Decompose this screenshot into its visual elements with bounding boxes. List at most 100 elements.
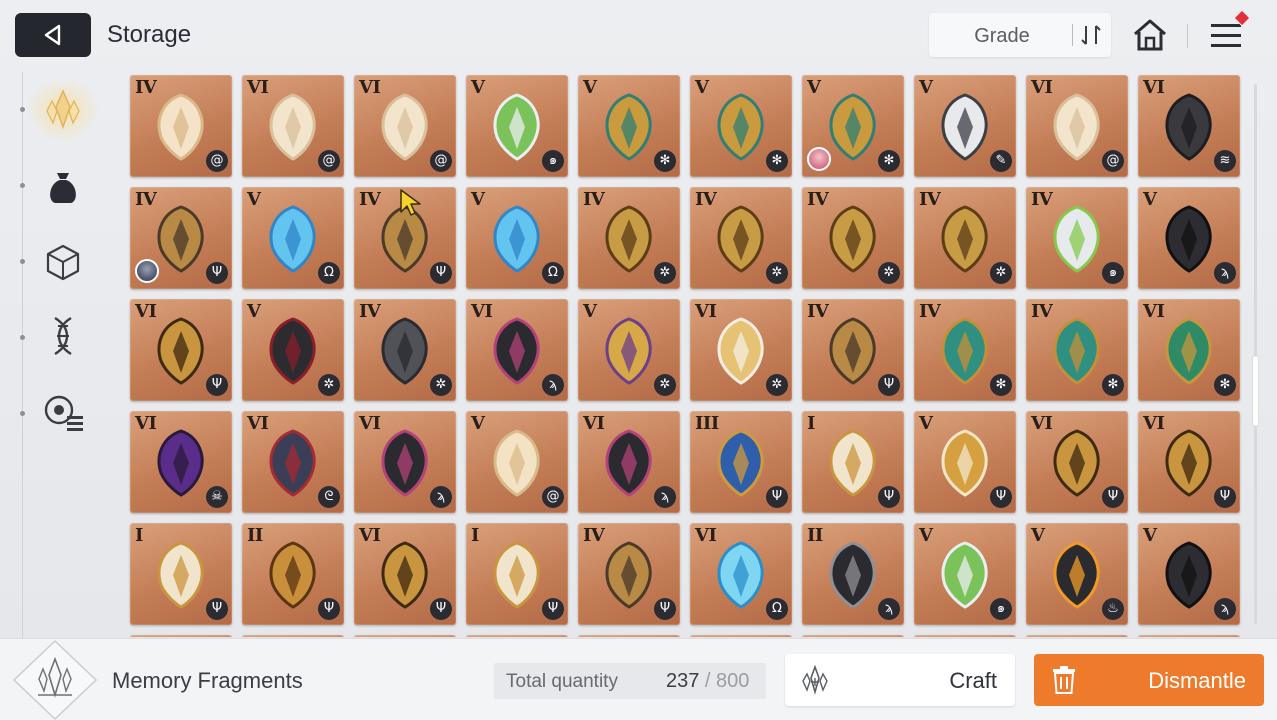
trident-type-icon: Ψ <box>542 598 564 620</box>
home-icon[interactable] <box>1131 16 1169 54</box>
grid-item-tile[interactable]: VΨ <box>914 411 1016 513</box>
rail-marker <box>20 335 25 340</box>
total-max: 800 <box>716 670 750 692</box>
grid-item-tile[interactable]: Vϡ <box>1138 523 1240 625</box>
grid-item-tile[interactable]: VI ✻ <box>1138 299 1240 401</box>
sidebar-item-pouch[interactable] <box>38 162 88 212</box>
dismantle-button[interactable]: Dismantle <box>1034 654 1264 706</box>
grid-item-tile[interactable]: III Ψ <box>690 411 792 513</box>
grid-item-tile[interactable]: V ✻ <box>578 75 680 177</box>
grid-item-tile[interactable]: V @ <box>466 411 568 513</box>
trash-icon <box>1053 666 1075 694</box>
wing-type-icon: ϡ <box>542 374 564 396</box>
wing-type-icon: ϡ <box>430 486 452 508</box>
grid-item-tile[interactable] <box>242 635 344 637</box>
grid-item-tile[interactable]: VI Ψ <box>354 523 456 625</box>
grid-item-tile[interactable]: VI ᘓ <box>242 411 344 513</box>
grid-item-tile[interactable]: IV ✻ <box>914 299 1016 401</box>
grid-item-tile[interactable] <box>130 635 232 637</box>
grid-item-tile[interactable]: VΩ <box>242 187 344 289</box>
grid-item-tile[interactable]: II Ψ <box>242 523 344 625</box>
pen-type-icon: ✎ <box>990 150 1012 172</box>
sidebar-item-memory-fragments[interactable] <box>26 77 100 143</box>
swirl-type-icon: @ <box>542 486 564 508</box>
trident-type-icon: Ψ <box>766 486 788 508</box>
grid-item-tile[interactable]: IV Ψ <box>802 299 904 401</box>
character-portrait-avatar <box>135 259 159 283</box>
gear-type-icon: ✲ <box>990 262 1012 284</box>
grid-item-tile[interactable] <box>1138 635 1240 637</box>
grid-item-tile[interactable]: IV ✲ <box>802 187 904 289</box>
grid-item-tile[interactable]: VI Ψ <box>130 299 232 401</box>
grid-item-tile[interactable]: VI Ψ <box>1138 411 1240 513</box>
skull-type-icon: ☠ <box>206 486 228 508</box>
grid-item-tile[interactable]: IV @ <box>130 75 232 177</box>
grid-item-tile[interactable]: IV ✲ <box>914 187 1016 289</box>
grid-item-tile[interactable]: IV ✻ <box>1026 299 1128 401</box>
grid-item-tile[interactable] <box>1026 635 1128 637</box>
dismantle-label: Dismantle <box>1148 668 1246 693</box>
grid-item-tile[interactable]: V๑ <box>466 75 568 177</box>
grid-item-tile[interactable]: VΩ <box>466 187 568 289</box>
grid-item-tile[interactable] <box>578 635 680 637</box>
grid-item-tile[interactable]: VI ϡ <box>354 411 456 513</box>
sort-order-icon[interactable] <box>1079 23 1105 47</box>
grid-item-tile[interactable]: VI ϡ <box>466 299 568 401</box>
trident-type-icon: Ψ <box>1102 486 1124 508</box>
rail-marker <box>20 411 25 416</box>
grid-item-tile[interactable]: IΨ <box>130 523 232 625</box>
grid-item-tile[interactable] <box>914 635 1016 637</box>
grid-item-tile[interactable]: V ✻ <box>690 75 792 177</box>
grid-item-tile[interactable]: VI @ <box>242 75 344 177</box>
grid-item-tile[interactable]: V ✲ <box>242 299 344 401</box>
grid-item-tile[interactable]: IΨ <box>466 523 568 625</box>
grid-item-tile[interactable]: VI @ <box>354 75 456 177</box>
sidebar-item-dna[interactable] <box>38 311 88 361</box>
grid-item-tile[interactable]: VI Ψ <box>1026 411 1128 513</box>
craft-button[interactable]: Craft <box>785 654 1015 706</box>
grid-item-tile[interactable]: V ✎ <box>914 75 1016 177</box>
scrollbar-thumb[interactable] <box>1253 356 1258 426</box>
grid-item-tile[interactable]: V ✲ <box>578 299 680 401</box>
sidebar-item-cube[interactable] <box>38 237 88 287</box>
grid-item-tile[interactable]: IV ✲ <box>578 187 680 289</box>
libra-type-icon: Ω <box>318 262 340 284</box>
grid-item-tile[interactable]: Vϡ <box>1138 187 1240 289</box>
grid-item-tile[interactable]: VI ☠ <box>130 411 232 513</box>
grid-item-tile[interactable]: V ✻ <box>802 75 904 177</box>
grid-item-tile[interactable]: IV Ψ <box>578 523 680 625</box>
grid-item-tile[interactable]: IV Ψ <box>130 187 232 289</box>
grid-item-tile[interactable]: IΨ <box>802 411 904 513</box>
scrollbar-track[interactable] <box>1254 84 1257 624</box>
grid-item-tile[interactable]: VI Ω <box>690 523 792 625</box>
grid-item-tile[interactable] <box>466 635 568 637</box>
grid-item-tile[interactable]: IV ✲ <box>690 187 792 289</box>
trident-type-icon: Ψ <box>990 486 1012 508</box>
libra-type-icon: Ω <box>542 262 564 284</box>
bug-type-icon: ✻ <box>1214 374 1236 396</box>
grid-item-tile[interactable] <box>802 635 904 637</box>
trident-type-icon: Ψ <box>1214 486 1236 508</box>
grid-item-tile[interactable]: VI ✲ <box>690 299 792 401</box>
grid-item-tile[interactable]: VI ϡ <box>578 411 680 513</box>
sidebar-item-records[interactable] <box>38 387 88 437</box>
sidebar-rail <box>22 72 23 638</box>
grid-item-tile[interactable]: V ♨ <box>1026 523 1128 625</box>
back-button[interactable] <box>15 13 91 57</box>
dragon-type-icon: ᘓ <box>318 486 340 508</box>
gear-type-icon: ✲ <box>878 262 900 284</box>
grid-item-tile[interactable]: VI @ <box>1026 75 1128 177</box>
swirl-type-icon: @ <box>1102 150 1124 172</box>
grid-item-tile[interactable] <box>690 635 792 637</box>
grid-item-tile[interactable]: VI ≋ <box>1138 75 1240 177</box>
menu-button[interactable] <box>1209 9 1251 57</box>
trident-type-icon: Ψ <box>318 598 340 620</box>
grid-item-tile[interactable]: IV ๑ <box>1026 187 1128 289</box>
craft-label: Craft <box>949 668 997 693</box>
grid-item-tile[interactable] <box>354 635 456 637</box>
grade-sort-dropdown[interactable]: Grade <box>929 13 1111 57</box>
grid-item-tile[interactable]: V๑ <box>914 523 1016 625</box>
grid-item-tile[interactable]: IV ✲ <box>354 299 456 401</box>
grid-item-tile[interactable]: II ϡ <box>802 523 904 625</box>
trident-type-icon: Ψ <box>878 486 900 508</box>
